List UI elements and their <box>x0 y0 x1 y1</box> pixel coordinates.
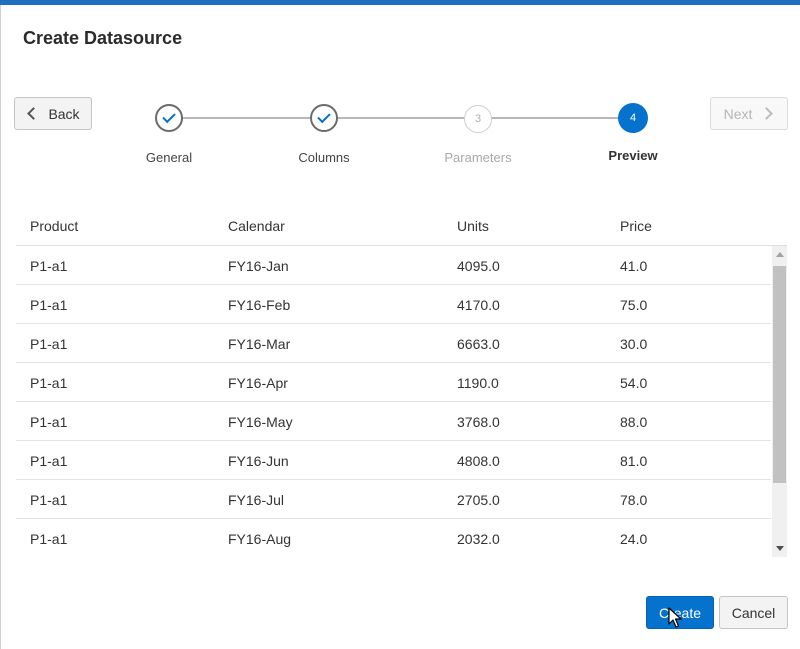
checkmark-icon <box>317 109 331 124</box>
cell-product: P1-a1 <box>30 375 68 391</box>
cell-product: P1-a1 <box>30 492 68 508</box>
chevron-left-icon <box>27 107 41 120</box>
step-2-columns-circle[interactable] <box>310 104 338 132</box>
cell-calendar: FY16-Mar <box>228 336 291 352</box>
step-4-preview-circle[interactable]: 4 <box>618 103 648 133</box>
step-3-number: 3 <box>474 113 482 125</box>
next-button-label: Next <box>723 105 753 122</box>
cell-price: 41.0 <box>620 258 648 274</box>
cell-calendar: FY16-Feb <box>228 297 291 313</box>
cell-units: 6663.0 <box>457 336 500 352</box>
step-3-parameters-circle[interactable]: 3 <box>464 105 492 133</box>
table-vertical-scrollbar[interactable] <box>772 246 787 557</box>
cell-product: P1-a1 <box>30 531 68 547</box>
cell-price: 75.0 <box>620 297 648 313</box>
mouse-pointer-icon <box>668 607 682 628</box>
column-header-product[interactable]: Product <box>30 218 78 234</box>
scroll-down-arrow-icon[interactable] <box>776 546 784 551</box>
table-row[interactable]: P1-a1 FY16-Mar 6663.0 30.0 <box>16 324 771 363</box>
cell-units: 4808.0 <box>457 453 500 469</box>
cell-product: P1-a1 <box>30 297 68 313</box>
cell-price: 88.0 <box>620 414 648 430</box>
column-header-price[interactable]: Price <box>620 218 652 234</box>
cell-product: P1-a1 <box>30 336 68 352</box>
cell-calendar: FY16-Jan <box>228 258 289 274</box>
train-connector <box>337 117 465 119</box>
cell-product: P1-a1 <box>30 453 68 469</box>
cell-price: 78.0 <box>620 492 648 508</box>
cell-price: 81.0 <box>620 453 648 469</box>
table-row[interactable]: P1-a1 FY16-Aug 2032.0 24.0 <box>16 519 771 557</box>
table-header: Product Calendar Units Price <box>16 205 787 246</box>
step-label-general[interactable]: General <box>114 150 224 165</box>
next-button[interactable]: Next <box>710 97 788 130</box>
cell-calendar: FY16-Jun <box>228 453 289 469</box>
step-1-general-circle[interactable] <box>155 104 183 132</box>
table-row[interactable]: P1-a1 FY16-Jun 4808.0 81.0 <box>16 441 771 480</box>
column-header-units[interactable]: Units <box>457 218 489 234</box>
cell-units: 1190.0 <box>457 375 499 391</box>
table-row[interactable]: P1-a1 FY16-May 3768.0 88.0 <box>16 402 771 441</box>
scrollbar-thumb[interactable] <box>773 266 786 483</box>
cell-units: 4170.0 <box>457 297 500 313</box>
table-row[interactable]: P1-a1 FY16-Jan 4095.0 41.0 <box>16 246 771 285</box>
cell-units: 3768.0 <box>457 414 500 430</box>
step-label-parameters[interactable]: Parameters <box>423 150 533 165</box>
back-button[interactable]: Back <box>14 97 92 130</box>
step-label-preview[interactable]: Preview <box>578 148 688 163</box>
cell-calendar: FY16-May <box>228 414 293 430</box>
train-connector <box>491 117 619 119</box>
dialog-title: Create Datasource <box>23 28 183 48</box>
preview-table: Product Calendar Units Price P1-a1 FY16-… <box>16 205 787 557</box>
cell-units: 4095.0 <box>457 258 500 274</box>
column-header-calendar[interactable]: Calendar <box>228 218 285 234</box>
back-button-label: Back <box>48 105 80 122</box>
cell-product: P1-a1 <box>30 258 68 274</box>
scroll-up-arrow-icon[interactable] <box>776 252 784 257</box>
chevron-right-icon <box>760 107 774 120</box>
table-row[interactable]: P1-a1 FY16-Jul 2705.0 78.0 <box>16 480 771 519</box>
cell-price: 54.0 <box>620 375 648 391</box>
train-connector <box>182 117 310 119</box>
cell-units: 2032.0 <box>457 531 500 547</box>
cell-price: 30.0 <box>620 336 648 352</box>
cancel-button[interactable]: Cancel <box>719 596 788 629</box>
step-4-number: 4 <box>629 112 637 124</box>
cell-calendar: FY16-Jul <box>228 492 285 508</box>
table-row[interactable]: P1-a1 FY16-Apr 1190.0 54.0 <box>16 363 771 402</box>
table-row[interactable]: P1-a1 FY16-Feb 4170.0 75.0 <box>16 285 771 324</box>
cell-product: P1-a1 <box>30 414 68 430</box>
step-label-columns[interactable]: Columns <box>269 150 379 165</box>
cell-calendar: FY16-Aug <box>228 531 292 547</box>
table-body: P1-a1 FY16-Jan 4095.0 41.0 P1-a1 FY16-Fe… <box>16 246 771 557</box>
cell-calendar: FY16-Apr <box>228 375 288 391</box>
checkmark-icon <box>162 109 176 124</box>
cell-units: 2705.0 <box>457 492 500 508</box>
cell-price: 24.0 <box>620 531 648 547</box>
